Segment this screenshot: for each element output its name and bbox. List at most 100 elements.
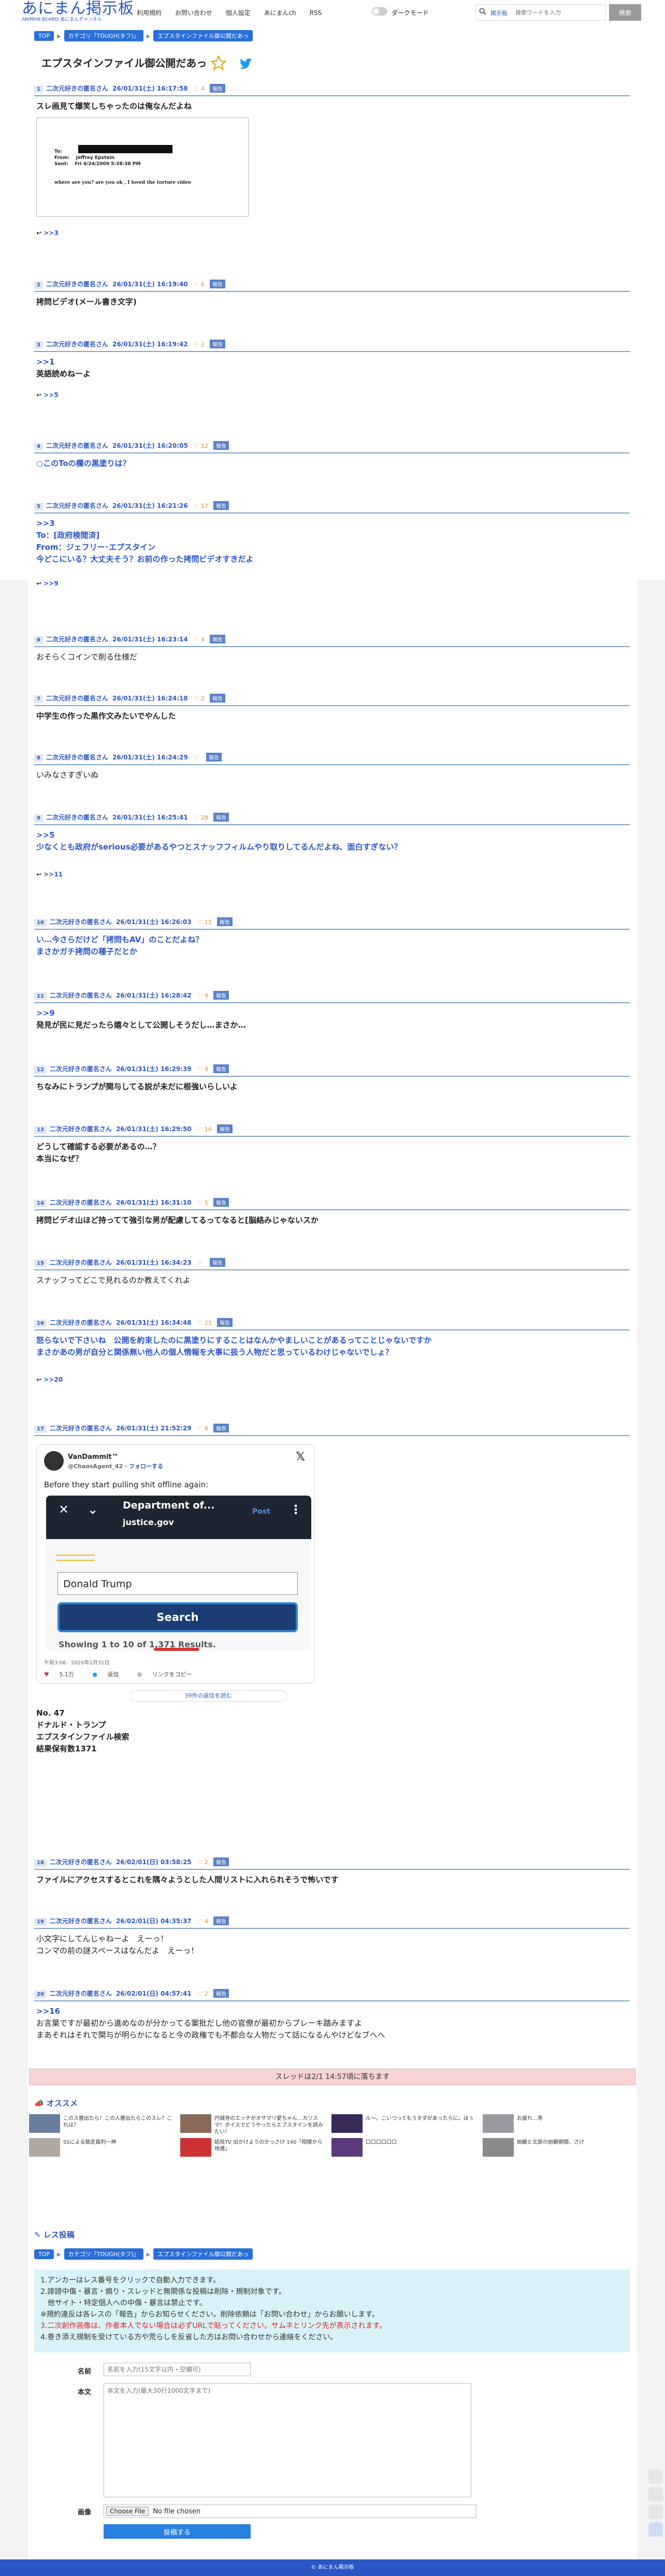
site-logo[interactable]: あにまん掲示板 ANIMAN BOARD あにまんチャンネル <box>22 0 136 25</box>
like-button[interactable]: ♡ 2 <box>198 1859 208 1866</box>
recommend-item[interactable]: 口口口口口口 <box>331 2138 480 2159</box>
recommend-item[interactable]: このス層出たら！この人層出たらこのスレ？これは？ <box>29 2114 177 2135</box>
post-number[interactable]: 4 <box>34 443 43 450</box>
report-button[interactable]: 報告 <box>210 635 226 643</box>
report-button[interactable]: 報告 <box>213 1916 229 1925</box>
like-button[interactable]: ♡ 2 <box>194 341 205 348</box>
post-number[interactable]: 14 <box>34 1199 47 1207</box>
report-button[interactable]: 報告 <box>210 694 226 702</box>
tweet-timestamp[interactable]: 午前3:06 · 2026年1月31日 <box>44 1657 110 1669</box>
post-number[interactable]: 18 <box>34 1859 47 1867</box>
like-button[interactable]: ♡ 9 <box>198 1066 208 1073</box>
post-number[interactable]: 16 <box>34 1320 47 1327</box>
write-button[interactable] <box>648 2522 663 2537</box>
post-number[interactable]: 12 <box>34 1066 47 1074</box>
report-button[interactable]: 報告 <box>213 501 229 510</box>
post-number[interactable]: 6 <box>34 636 43 644</box>
twitter-bird-icon[interactable] <box>237 56 255 71</box>
reply-link[interactable]: >>3 <box>36 227 628 239</box>
like-button[interactable]: ♡ 11 <box>198 919 212 926</box>
like-button[interactable]: ♡ 9 <box>198 992 208 999</box>
report-button[interactable]: 報告 <box>213 1857 229 1866</box>
like-button[interactable]: ♡ 4 <box>198 1918 208 1925</box>
like-button[interactable]: ♡ <box>194 754 201 761</box>
report-button[interactable]: 報告 <box>213 1198 229 1207</box>
report-button[interactable]: 報告 <box>217 1318 233 1327</box>
reply-link[interactable]: >>11 <box>36 869 628 881</box>
like-button[interactable]: ♡ 6 <box>194 281 205 288</box>
post-number[interactable]: 17 <box>34 1425 47 1433</box>
post-number[interactable]: 7 <box>34 695 43 703</box>
recommend-item[interactable]: 始観と北部の始観期間、さけ <box>483 2138 631 2159</box>
post-number[interactable]: 8 <box>34 754 43 762</box>
post-number[interactable]: 1 <box>34 85 43 93</box>
reply-link[interactable]: >>5 <box>36 389 628 401</box>
post-number[interactable]: 11 <box>34 992 47 1000</box>
image-file-input[interactable]: Choose File No file chosen <box>104 2505 476 2518</box>
name-field[interactable] <box>104 2363 251 2376</box>
follow-link[interactable]: フォローする <box>129 1463 163 1470</box>
reply-link[interactable]: >>9 <box>36 578 628 590</box>
reply-link[interactable]: >>20 <box>36 1374 628 1386</box>
search-button[interactable]: 検索 <box>609 4 641 21</box>
tweet-copy-link[interactable]: ⊘ リンクをコピー <box>137 1671 200 1678</box>
report-button[interactable]: 報告 <box>213 991 229 1000</box>
post-number[interactable]: 10 <box>34 919 47 927</box>
scroll-bottom-button[interactable] <box>648 2505 663 2519</box>
like-button[interactable]: ♡ 28 <box>194 814 208 821</box>
breadcrumb-category[interactable]: カテゴリ「TOUGH(タフ)」 <box>64 30 143 41</box>
recommend-item[interactable]: 結局TV 出かけようのかっさけ 140「相撲から待遇」 <box>180 2138 328 2159</box>
like-button[interactable]: ♡ 16 <box>198 1126 212 1133</box>
report-button[interactable]: 報告 <box>213 441 229 450</box>
submit-button[interactable]: 投稿する <box>104 2524 251 2539</box>
breadcrumb-top[interactable]: TOP <box>34 31 54 41</box>
post-number[interactable]: 19 <box>34 1918 47 1926</box>
breadcrumb-thread[interactable]: エプスタインファイル御公開だあっ <box>153 30 253 41</box>
post-number[interactable]: 5 <box>34 503 43 510</box>
like-button[interactable]: ♡ 21 <box>198 1320 212 1326</box>
nav-contact[interactable]: お問い合わせ <box>175 9 212 17</box>
nav-terms[interactable]: 利用規約 <box>137 9 162 17</box>
tweet-like[interactable]: ♥ 5.1万 <box>44 1671 82 1678</box>
scroll-top-button[interactable] <box>648 2469 663 2484</box>
like-button[interactable]: ♡ 5 <box>198 1199 208 1206</box>
tweet-embed[interactable]: VanDammit™ @ChaosAgent_42 · フォローする 𝕏 Bef… <box>36 1444 315 1702</box>
report-button[interactable]: 報告 <box>210 1258 226 1267</box>
report-button[interactable]: 報告 <box>213 1064 229 1073</box>
nav-animanch[interactable]: あにまんch <box>264 9 296 17</box>
email-screenshot-image[interactable]: To: From: Jeffrey Epstein Sent: Fri 4/24… <box>36 118 249 217</box>
star-icon[interactable] <box>210 55 227 71</box>
avatar[interactable] <box>44 1451 64 1471</box>
x-logo-icon[interactable]: 𝕏 <box>296 1451 305 1463</box>
post-number[interactable]: 13 <box>34 1126 47 1134</box>
like-button[interactable]: ♡ 4 <box>194 636 205 643</box>
reply-anchor[interactable]: >>5 <box>36 829 628 841</box>
tweet-reply[interactable]: ● 返信 <box>92 1671 127 1678</box>
scroll-mid-button[interactable] <box>648 2487 663 2501</box>
recommend-item[interactable]: お疲れ…寿 <box>483 2114 631 2135</box>
report-button[interactable]: 報告 <box>210 84 226 93</box>
nav-settings[interactable]: 個人設定 <box>226 9 251 17</box>
breadcrumb-top[interactable]: TOP <box>34 2249 54 2259</box>
reply-anchor[interactable]: >>16 <box>36 2006 628 2017</box>
like-button[interactable]: ♡ 2 <box>198 1990 208 1997</box>
report-button[interactable]: 報告 <box>210 280 226 288</box>
post-number[interactable]: 2 <box>34 281 43 289</box>
like-button[interactable]: ♡ 4 <box>194 85 205 92</box>
recommend-item[interactable]: 円城寺のエッチがオサマリ愛ちゃん…カリスマ！ボイスでどうやったらエプスタインを読… <box>180 2114 328 2135</box>
post-number[interactable]: 15 <box>34 1260 47 1267</box>
like-button[interactable]: ♡ 12 <box>194 443 208 449</box>
breadcrumb-thread[interactable]: エプスタインファイル御公開だあっ <box>153 2248 253 2260</box>
search-input[interactable] <box>514 7 604 18</box>
search-scope-select[interactable]: 掲示板 <box>490 9 508 17</box>
report-button[interactable]: 報告 <box>217 1124 233 1133</box>
like-button[interactable]: ♡ 17 <box>194 503 208 509</box>
like-button[interactable]: ♡ 6 <box>198 1425 208 1432</box>
post-number[interactable]: 3 <box>34 341 43 349</box>
choose-file-button[interactable]: Choose File <box>106 2507 149 2516</box>
report-button[interactable]: 報告 <box>213 813 229 822</box>
breadcrumb-category[interactable]: カテゴリ「TOUGH(タフ)」 <box>64 2248 143 2260</box>
logo-text[interactable]: あにまん掲示板 <box>22 0 136 18</box>
recommend-item[interactable]: ル～。こいつってもうタダがあったらに。ほぅ <box>331 2114 480 2135</box>
report-button[interactable]: 報告 <box>213 1424 229 1432</box>
